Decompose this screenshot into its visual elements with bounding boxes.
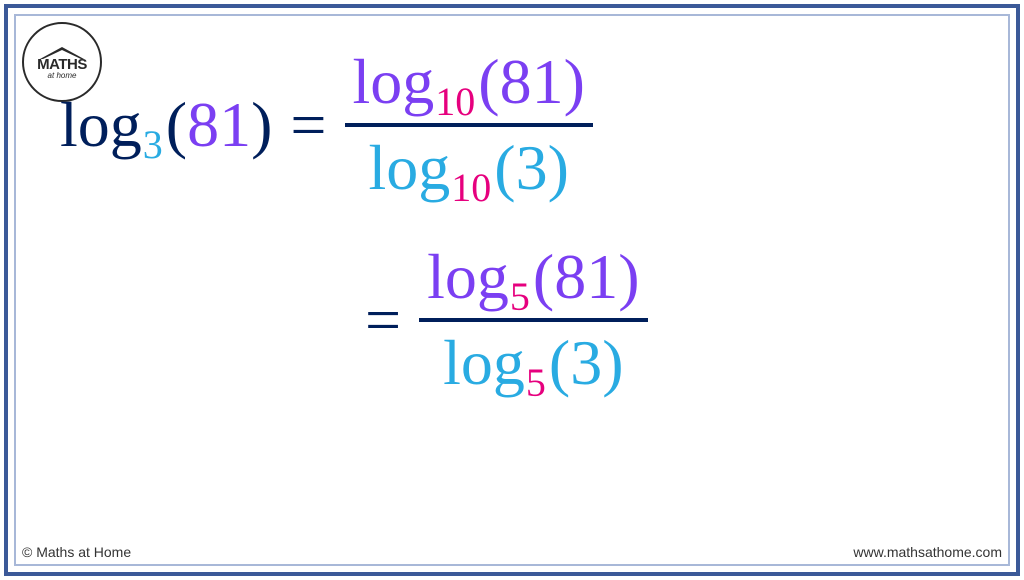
- log-base: 5: [510, 273, 530, 320]
- log-base: 3: [143, 121, 163, 168]
- log-base: 5: [526, 359, 546, 406]
- paren-open: (: [494, 131, 515, 205]
- footer-url: www.mathsathome.com: [853, 544, 1002, 560]
- fraction-2: log 5 ( 81 ) log 5 ( 3 ): [419, 240, 647, 400]
- fraction-bar: [419, 318, 647, 322]
- denominator-2: log 5 ( 3 ): [435, 326, 631, 400]
- log-text: log: [369, 131, 451, 205]
- lhs-expression: log 3 ( 81 ): [60, 88, 272, 162]
- paren-close: ): [618, 240, 639, 314]
- log-base: 10: [435, 78, 475, 125]
- log-arg: 3: [516, 131, 548, 205]
- paren-open: (: [478, 45, 499, 119]
- numerator-1: log 10 ( 81 ): [345, 45, 593, 119]
- numerator-2: log 5 ( 81 ): [419, 240, 647, 314]
- log-text: log: [353, 45, 435, 119]
- equation-row-2: = log 5 ( 81 ) log 5 ( 3 ): [60, 240, 984, 400]
- fraction-1: log 10 ( 81 ) log 10 ( 3 ): [345, 45, 593, 205]
- paren-close: ): [564, 45, 585, 119]
- log-text: log: [60, 88, 142, 162]
- equation-content: log 3 ( 81 ) = log 10 ( 81 ) log 10 ( 3 …: [60, 45, 984, 435]
- paren-open: (: [166, 88, 187, 162]
- paren-close: ): [251, 88, 272, 162]
- paren-close: ): [602, 326, 623, 400]
- paren-close: ): [548, 131, 569, 205]
- denominator-1: log 10 ( 3 ): [361, 131, 577, 205]
- footer: © Maths at Home www.mathsathome.com: [22, 544, 1002, 560]
- log-arg: 3: [570, 326, 602, 400]
- log-text: log: [443, 326, 525, 400]
- log-base: 10: [451, 164, 491, 211]
- footer-copyright: © Maths at Home: [22, 544, 131, 560]
- log-arg: 81: [500, 45, 564, 119]
- paren-open: (: [533, 240, 554, 314]
- equals-sign: =: [365, 283, 401, 357]
- log-text: log: [427, 240, 509, 314]
- log-arg: 81: [187, 88, 251, 162]
- equals-sign: =: [290, 88, 326, 162]
- log-arg: 81: [554, 240, 618, 314]
- paren-open: (: [549, 326, 570, 400]
- equation-row-1: log 3 ( 81 ) = log 10 ( 81 ) log 10 ( 3 …: [60, 45, 984, 205]
